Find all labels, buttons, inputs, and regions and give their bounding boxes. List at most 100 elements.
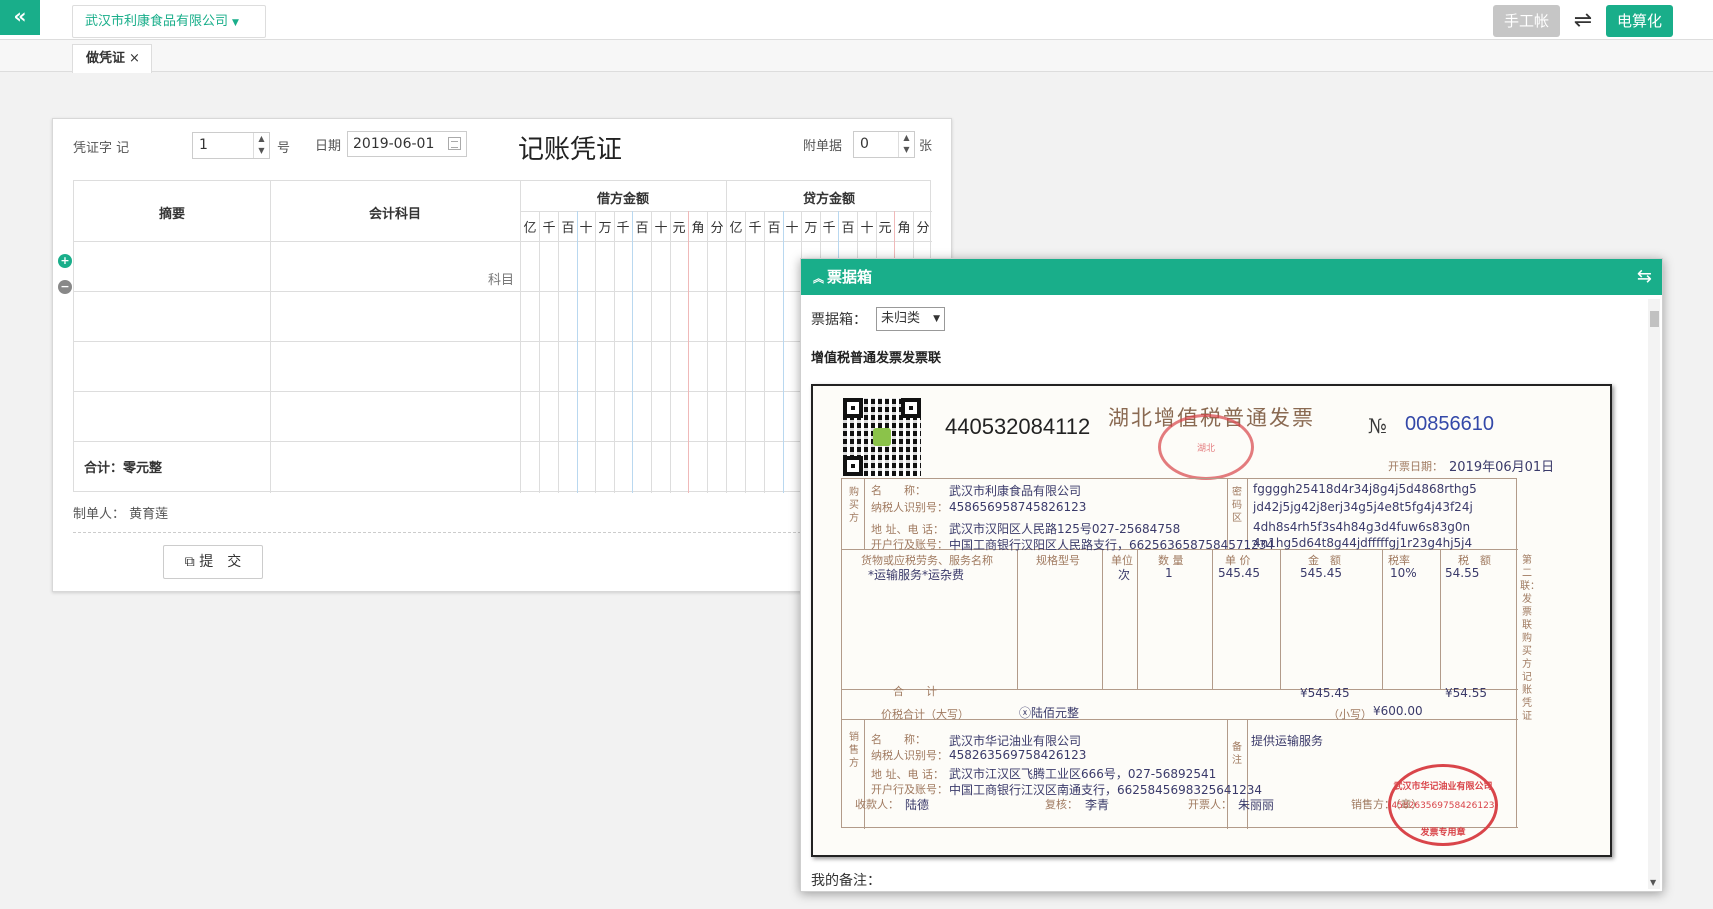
voucher-title: 记账凭证 (518, 135, 623, 165)
maker-label: 制单人： (73, 507, 126, 522)
issuer: 朱丽丽 (1238, 798, 1275, 812)
digit-label: 百 (635, 221, 649, 236)
digit-label: 角 (897, 221, 911, 236)
password-line: fggggh25418d4r34j8g4j5d4868rthg5 (1253, 482, 1477, 496)
seller-address: 武汉市江汉区飞腾工业区666号，027-56892541 (949, 767, 1217, 781)
swap-icon[interactable]: ⇆ (1637, 259, 1652, 295)
seller-name-label: 名 称： (871, 733, 926, 746)
add-row-icon[interactable]: + (58, 254, 72, 268)
manual-ledger-button[interactable]: 手工帐 (1493, 5, 1560, 37)
password-side-label: 密码区 (1232, 487, 1242, 524)
digit-label: 分 (710, 221, 724, 236)
buyer-taxid-label: 纳税人识别号： (871, 501, 948, 514)
tab-label: 做凭证 (86, 51, 126, 66)
date-input[interactable]: 2019-06-01 (347, 131, 467, 157)
my-remark-label: 我的备注： (811, 873, 881, 889)
digit-label: 十 (579, 221, 593, 236)
seller-name: 武汉市华记油业有限公司 (949, 734, 1082, 748)
computerized-button[interactable]: 电算化 (1606, 5, 1673, 37)
item-tax: 54.55 (1445, 566, 1480, 580)
attachment-spinner[interactable]: ▲ ▼ (898, 132, 914, 157)
digit-label: 分 (916, 221, 930, 236)
reviewer: 李青 (1085, 798, 1110, 812)
digit-label: 十 (860, 221, 874, 236)
debit-header: 借方金额 (596, 192, 649, 207)
buyer-name: 武汉市利康食品有限公司 (949, 484, 1082, 498)
digit-label: 亿 (729, 221, 743, 236)
scroll-down-icon[interactable]: ▼ (1650, 878, 1656, 887)
password-line: 4dh8s4rh5f3s4h84g3d4fuw6s83g0n (1253, 520, 1471, 534)
digit-label: 元 (878, 221, 892, 236)
digit-label: 千 (542, 221, 556, 236)
digit-label: 万 (598, 221, 612, 236)
remark-side-label: 备注 (1232, 742, 1242, 766)
calendar-icon[interactable] (448, 137, 461, 150)
item-price: 545.45 (1218, 566, 1260, 580)
date-label: 日期 (315, 139, 342, 154)
buyer-tax-id: 458656958745826123 (949, 500, 1087, 514)
total-lower: ¥600.00 (1373, 704, 1423, 718)
scrollbar[interactable]: ▼ (1648, 299, 1660, 889)
digit-label: 百 (561, 221, 575, 236)
tab-strip: 做凭证 × (0, 40, 1713, 73)
digit-label: 百 (841, 221, 855, 236)
invoice-number: 00856610 (1405, 413, 1494, 435)
chevron-up-icon[interactable]: ︽ (813, 272, 824, 285)
digit-label: 元 (672, 221, 686, 236)
collapse-sidebar-button[interactable]: « (0, 0, 40, 35)
subject-placeholder[interactable]: 科目 (488, 269, 514, 288)
password-line: jd42j5jg42j8erj34g5j4e8t5fg4j43f24j (1253, 500, 1473, 514)
tax-bureau-stamp: 湖北 (1158, 414, 1254, 480)
bill-box-label: 票据箱： (811, 312, 867, 328)
seller-tax-id: 458263569758426123 (949, 748, 1087, 762)
company-select[interactable]: 武汉市利康食品有限公司 ▼ (72, 5, 266, 38)
item-amount: 545.45 (1300, 566, 1342, 580)
digit-label: 角 (691, 221, 705, 236)
attachment-count-input[interactable]: 0 ▲ ▼ (853, 131, 915, 158)
voucher-number-input[interactable]: 1 ▲ ▼ (192, 132, 270, 159)
invoice-date-label: 开票日期： (1388, 460, 1443, 473)
invoice-image[interactable]: 440532084112 湖北增值税普通发票 湖北 № 00856610 开票日… (811, 384, 1612, 857)
sum-tax: ¥54.55 (1445, 686, 1487, 700)
submit-label: 提 交 (199, 554, 242, 570)
bill-box-title: 票据箱 (827, 268, 873, 286)
buyer-bank: 中国工商银行汉阳区人民路支行，6625636587584571234 (949, 538, 1275, 552)
subject-header: 会计科目 (368, 207, 421, 222)
date-value: 2019-06-01 (353, 136, 435, 152)
digit-label: 十 (785, 221, 799, 236)
issuer-label: 开票人： (1188, 798, 1232, 811)
seller-side-label: 销售方 (849, 732, 859, 769)
summary-header: 摘要 (158, 207, 185, 222)
remove-row-icon[interactable]: − (58, 280, 72, 294)
password-line: 4n1hg5d64t8g44jdfffffgj1r23g4hj5j4 (1253, 536, 1473, 550)
bill-box-panel: ︽ 票据箱 ⇆ ▼ 票据箱： 未归类 ▼ 增值税普通发票发票联 4405320841… (800, 258, 1663, 892)
digit-label: 十 (654, 221, 668, 236)
digit-label: 亿 (523, 221, 537, 236)
copy-side-label: 第二联：发票联 购买方记账凭证 (1520, 555, 1540, 722)
submit-button[interactable]: ⧉ 提 交 (163, 545, 263, 579)
bill-box-header[interactable]: ︽ 票据箱 ⇆ (801, 259, 1662, 295)
top-bar: « 武汉市利康食品有限公司 ▼ 手工帐 ⇌ 电算化 (0, 0, 1713, 40)
payee: 陆德 (905, 798, 930, 812)
total-upper: ⓧ陆佰元整 (1019, 706, 1080, 720)
qr-code-icon (843, 398, 921, 476)
invoice-date: 2019年06月01日 (1449, 460, 1555, 475)
maker-info: 制单人： 黄育莲 (73, 503, 168, 522)
buyer-addr-label: 地 址、电 话： (871, 523, 944, 536)
buyer-bank-label: 开户行及账号： (871, 538, 948, 551)
attachment-suffix: 张 (919, 139, 933, 154)
bill-category-select[interactable]: 未归类 ▼ (876, 307, 945, 331)
tab-make-voucher[interactable]: 做凭证 × (72, 44, 152, 73)
attachment-count-value: 0 (860, 136, 869, 152)
swap-icon[interactable]: ⇌ (1568, 5, 1598, 37)
number-spinner[interactable]: ▲ ▼ (253, 133, 269, 158)
voucher-number-value: 1 (199, 137, 208, 153)
item-spec-header: 规格型号 (1036, 554, 1080, 567)
attachment-label: 附单据 (803, 139, 843, 154)
digit-label: 千 (748, 221, 762, 236)
invoice-remark: 提供运输服务 (1251, 734, 1324, 748)
close-icon[interactable]: × (129, 51, 140, 66)
buyer-address: 武汉市汉阳区人民路125号027-25684758 (949, 522, 1181, 536)
scrollbar-thumb[interactable] (1650, 311, 1659, 327)
credit-header: 贷方金额 (802, 192, 855, 207)
